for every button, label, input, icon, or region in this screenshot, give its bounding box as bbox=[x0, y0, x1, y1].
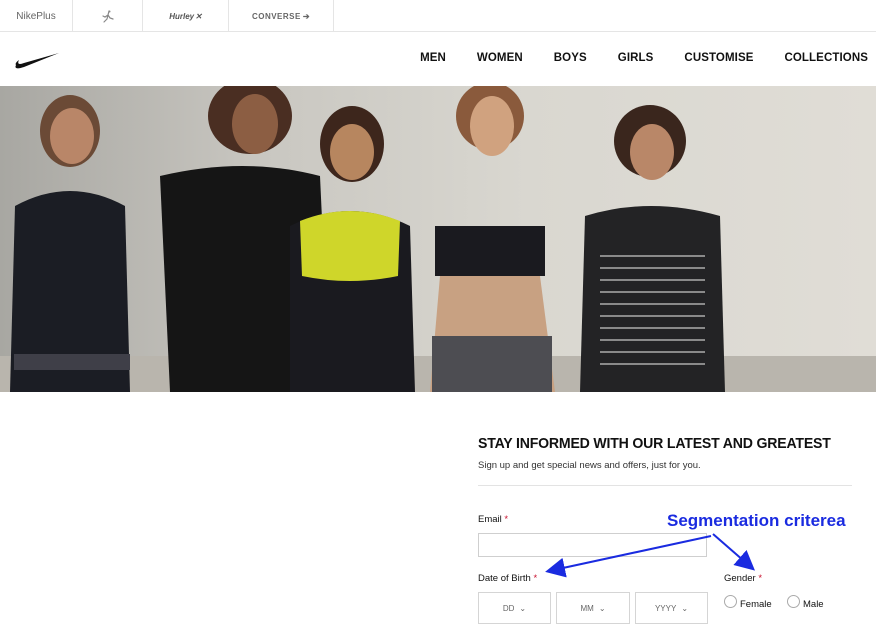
brand-bar: NikePlus Hurley ✕ CONVERSE ➔ bbox=[0, 0, 876, 32]
gender-female-label[interactable]: Female bbox=[740, 599, 772, 610]
email-label-text: Email bbox=[478, 514, 502, 525]
email-required-mark: * bbox=[504, 514, 509, 525]
nav-collections[interactable]: COLLECTIONS bbox=[784, 52, 868, 65]
converse-logo: CONVERSE bbox=[251, 11, 301, 21]
dob-required-mark: * bbox=[533, 573, 538, 584]
dob-day-select[interactable]: DD ⌄ bbox=[478, 592, 551, 624]
dob-day-value: DD bbox=[502, 603, 515, 613]
jumpman-icon bbox=[101, 9, 114, 23]
nike-swoosh-icon[interactable] bbox=[14, 50, 60, 70]
nikeplus-label: NikePlus bbox=[16, 10, 56, 22]
hero-photo bbox=[0, 86, 876, 392]
main-nav: MEN WOMEN BOYS GIRLS CUSTOMISE COLLECTIO… bbox=[420, 52, 868, 65]
gender-label: Gender * bbox=[724, 573, 762, 584]
chevron-down-icon: ⌄ bbox=[598, 603, 606, 613]
nav-women[interactable]: WOMEN bbox=[477, 52, 523, 65]
signup-section: STAY INFORMED WITH OUR LATEST AND GREATE… bbox=[478, 435, 852, 471]
gender-required-mark: * bbox=[758, 573, 763, 584]
dob-label-text: Date of Birth bbox=[478, 573, 531, 584]
dob-month-value: MM bbox=[580, 603, 594, 613]
nav-boys[interactable]: BOYS bbox=[554, 52, 587, 65]
gender-male-radio[interactable] bbox=[787, 595, 800, 608]
dob-year-select[interactable]: YYYY ⌄ bbox=[635, 592, 708, 624]
email-field[interactable] bbox=[478, 533, 707, 557]
brand-tab-hurley[interactable]: Hurley ✕ bbox=[143, 0, 229, 32]
hurley-mark-icon: ✕ bbox=[195, 11, 202, 21]
brand-tab-jordan[interactable] bbox=[73, 0, 143, 32]
hurley-logo: Hurley bbox=[169, 11, 195, 21]
email-label: Email * bbox=[478, 514, 508, 525]
chevron-down-icon: ⌄ bbox=[681, 603, 689, 613]
gender-label-text: Gender bbox=[724, 573, 756, 584]
brand-tab-nikeplus[interactable]: NikePlus bbox=[0, 0, 73, 32]
nav-men[interactable]: MEN bbox=[420, 52, 446, 65]
chevron-down-icon: ⌄ bbox=[519, 603, 527, 613]
hero-image bbox=[0, 86, 876, 392]
arrow-to-gender bbox=[712, 533, 756, 571]
gender-male-label[interactable]: Male bbox=[803, 599, 824, 610]
brand-tab-converse[interactable]: CONVERSE ➔ bbox=[229, 0, 334, 32]
nav-customise[interactable]: CUSTOMISE bbox=[684, 52, 753, 65]
dob-year-value: YYYY bbox=[654, 603, 677, 613]
segmentation-annotation: Segmentation criterea bbox=[667, 511, 846, 530]
nav-girls[interactable]: GIRLS bbox=[618, 52, 654, 65]
signup-subtitle: Sign up and get special news and offers,… bbox=[478, 460, 701, 471]
signup-divider bbox=[478, 485, 852, 486]
converse-arrow-icon: ➔ bbox=[302, 11, 311, 21]
dob-month-select[interactable]: MM ⌄ bbox=[556, 592, 630, 624]
dob-label: Date of Birth * bbox=[478, 573, 537, 584]
main-header: MEN WOMEN BOYS GIRLS CUSTOMISE COLLECTIO… bbox=[0, 33, 876, 86]
gender-female-radio[interactable] bbox=[724, 595, 737, 608]
signup-title: STAY INFORMED WITH OUR LATEST AND GREATE… bbox=[478, 435, 831, 452]
